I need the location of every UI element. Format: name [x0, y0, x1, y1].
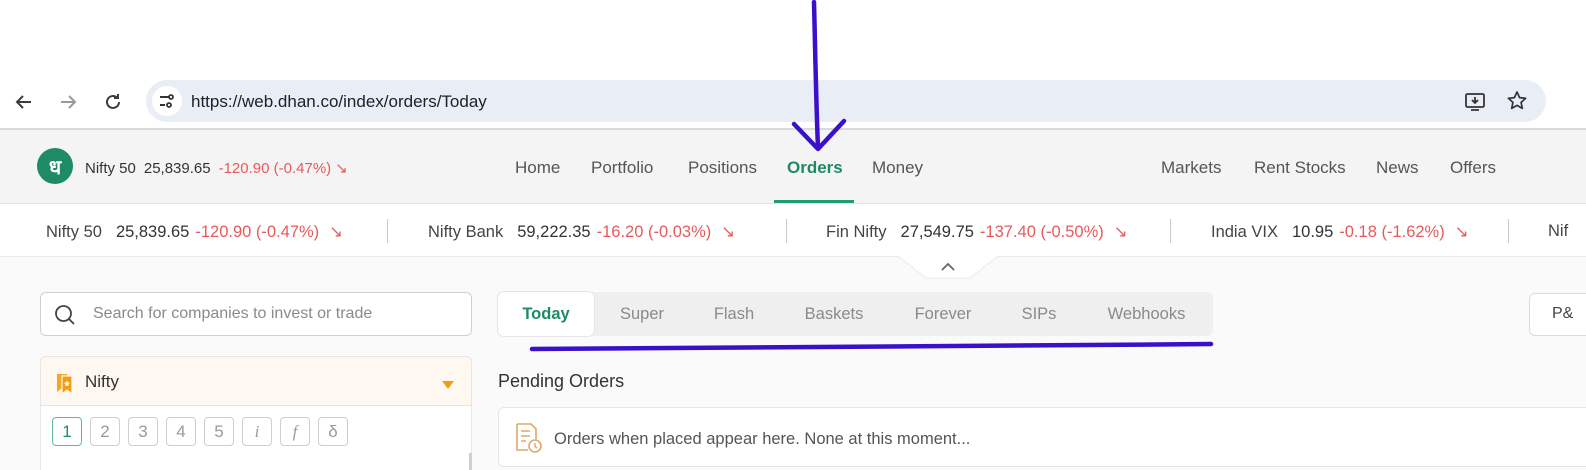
- watchlist-page-2[interactable]: 2: [90, 417, 120, 446]
- ticker-name: Nif: [1548, 222, 1569, 240]
- scrollbar[interactable]: [469, 453, 472, 470]
- watchlist-page-futures[interactable]: f: [280, 417, 310, 446]
- ticker-divider: [1508, 219, 1509, 243]
- dhan-logo[interactable]: ध: [37, 148, 73, 184]
- search-box[interactable]: [40, 292, 472, 336]
- ticker-name: Nifty 50: [85, 160, 136, 177]
- ticker-divider: [786, 219, 787, 243]
- ticker-value: 25,839.65: [143, 160, 211, 177]
- url-text[interactable]: https://web.dhan.co/index/orders/Today: [191, 92, 487, 112]
- ticker-change: -137.40 (-0.50%): [979, 223, 1104, 241]
- ticker-value: 25,839.65: [115, 223, 190, 241]
- active-nav-indicator: [774, 200, 854, 203]
- nav-news[interactable]: News: [1376, 158, 1419, 178]
- tab-baskets[interactable]: Baskets: [790, 292, 878, 336]
- trend-down-icon: ↘: [1454, 223, 1469, 241]
- watchlist-title: Nifty: [85, 372, 119, 391]
- ticker-value: 27,549.75: [900, 223, 974, 241]
- annotation-arrow: [811, 0, 821, 151]
- app-header: ध Nifty 50 25,839.65 -120.90 (-0.47%) ↘ Hom…: [0, 130, 1586, 204]
- nav-positions[interactable]: Positions: [688, 158, 757, 178]
- tab-webhooks[interactable]: Webhooks: [1094, 292, 1199, 336]
- ticker-change: -120.90 (-0.47%): [218, 160, 332, 177]
- nav-portfolio[interactable]: Portfolio: [591, 158, 653, 178]
- pl-button[interactable]: P&: [1529, 293, 1586, 336]
- ticker-change: -16.20 (-0.03%): [596, 223, 712, 241]
- install-app-icon[interactable]: [1464, 90, 1486, 117]
- header-ticker[interactable]: Nifty 50 25,839.65 -120.90 (-0.47%) ↘: [85, 159, 348, 177]
- ticker-item[interactable]: Nifty 50 25,839.65 -120.90 (-0.47%) ↘: [46, 222, 343, 242]
- tab-super[interactable]: Super: [602, 292, 682, 336]
- watchlist-page-indices[interactable]: i: [242, 417, 272, 446]
- watchlist-page-options[interactable]: δ: [318, 417, 348, 446]
- nav-markets[interactable]: Markets: [1161, 158, 1221, 178]
- ticker-change: -120.90 (-0.47%): [195, 223, 320, 241]
- ticker-value: 10.95: [1291, 223, 1334, 241]
- search-icon: [53, 303, 77, 332]
- pending-orders-title: Pending Orders: [498, 371, 625, 391]
- nav-orders[interactable]: Orders: [787, 158, 843, 178]
- trend-down-icon: ↘: [335, 160, 348, 177]
- nav-money[interactable]: Money: [872, 158, 923, 178]
- ticker-value: 59,222.35: [517, 223, 591, 241]
- empty-message: Orders when placed appear here. None at …: [554, 430, 971, 448]
- ticker-name: Nifty Bank: [428, 223, 504, 241]
- nav-home[interactable]: Home: [515, 158, 560, 178]
- tab-today[interactable]: Today: [498, 292, 594, 336]
- browser-toolbar: https://web.dhan.co/index/orders/Today: [0, 78, 1586, 126]
- ticker-divider: [387, 219, 388, 243]
- chevron-up-icon: [940, 260, 956, 278]
- main-content: Today Super Flash Baskets Forever SIPs W…: [0, 257, 1586, 470]
- ticker-divider: [1170, 219, 1171, 243]
- forward-icon[interactable]: [54, 88, 82, 116]
- ticker-item[interactable]: Nifty Bank 59,222.35 -16.20 (-0.03%) ↘: [428, 222, 735, 242]
- collapse-ticker-toggle[interactable]: [897, 255, 999, 280]
- index-ticker-strip: Nifty 50 25,839.65 -120.90 (-0.47%) ↘ Nifty…: [0, 205, 1586, 257]
- ticker-item[interactable]: Fin Nifty 27,549.75 -137.40 (-0.50%) ↘: [826, 222, 1128, 242]
- trend-down-icon: ↘: [721, 223, 736, 241]
- ticker-name: Fin Nifty: [826, 223, 887, 241]
- bookmark-icon: [54, 372, 76, 399]
- watchlist-page-5[interactable]: 5: [204, 417, 234, 446]
- nav-rent-stocks[interactable]: Rent Stocks: [1254, 158, 1346, 178]
- reload-icon[interactable]: [99, 88, 127, 116]
- nav-offers[interactable]: Offers: [1450, 158, 1496, 178]
- ticker-item[interactable]: India VIX 10.95 -0.18 (-1.62%) ↘: [1211, 222, 1469, 242]
- watchlist-panel: Nifty 1 2 3 4 5 i f δ: [40, 356, 472, 470]
- order-tabs: Today Super Flash Baskets Forever SIPs W…: [498, 292, 1213, 336]
- watchlist-page-4[interactable]: 4: [166, 417, 196, 446]
- watchlist-page-1[interactable]: 1: [52, 417, 82, 446]
- tab-forever[interactable]: Forever: [898, 292, 988, 336]
- ticker-item[interactable]: Nif: [1548, 222, 1568, 241]
- tune-icon[interactable]: [152, 86, 182, 116]
- trend-down-icon: ↘: [329, 223, 343, 241]
- star-icon[interactable]: [1506, 90, 1528, 117]
- caret-down-icon[interactable]: [441, 377, 455, 395]
- ticker-name: India VIX: [1211, 223, 1278, 241]
- pending-orders-empty-state: Orders when placed appear here. None at …: [498, 407, 1586, 467]
- watchlist-pages: 1 2 3 4 5 i f δ: [52, 417, 348, 446]
- back-icon[interactable]: [10, 88, 38, 116]
- watchlist-header[interactable]: Nifty: [41, 357, 471, 406]
- tab-flash[interactable]: Flash: [694, 292, 774, 336]
- watchlist-page-3[interactable]: 3: [128, 417, 158, 446]
- tab-sips[interactable]: SIPs: [1004, 292, 1074, 336]
- trend-down-icon: ↘: [1113, 223, 1128, 241]
- ticker-name: Nifty 50: [46, 223, 102, 241]
- search-input[interactable]: [93, 293, 463, 335]
- order-document-icon: [513, 422, 543, 459]
- ticker-change: -0.18 (-1.62%): [1339, 223, 1445, 241]
- address-bar[interactable]: https://web.dhan.co/index/orders/Today: [146, 80, 1546, 122]
